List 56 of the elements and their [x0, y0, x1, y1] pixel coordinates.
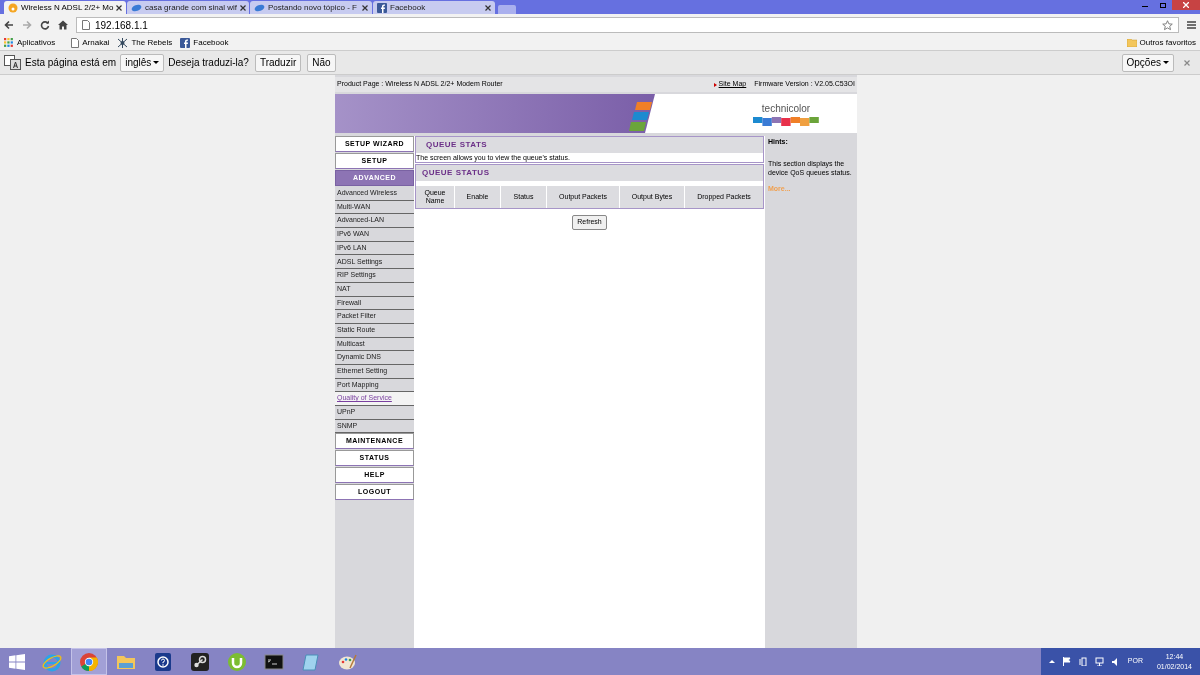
star-icon[interactable] — [1162, 19, 1173, 31]
translate-button[interactable]: Traduzir — [254, 53, 302, 72]
facebook-icon — [377, 2, 387, 13]
home-icon[interactable] — [58, 20, 68, 30]
close-icon — [1183, 2, 1189, 8]
browser-tab[interactable]: Wireless N ADSL 2/2+ Mo — [4, 1, 126, 14]
arrow-icon — [713, 82, 717, 87]
notepad-icon — [301, 651, 321, 672]
language-select[interactable]: inglês — [120, 53, 165, 72]
apps-grid-icon — [4, 38, 14, 48]
back-icon[interactable] — [4, 20, 14, 30]
bookmark-link[interactable]: nakai — [90, 37, 110, 49]
bookmark-link[interactable]: The Rebels — [117, 37, 173, 49]
section-title: QUEUE STATUS — [416, 165, 763, 181]
section-title: QUEUE STATS — [416, 137, 763, 153]
browser-tab[interactable]: casa grande com sinal wif — [127, 1, 249, 14]
translate-question: Deseja traduzi-la? — [168, 56, 249, 70]
tab-title: Postando novo tópico - F — [268, 3, 358, 12]
url-text: 192.168.1.1 — [95, 18, 148, 33]
close-button[interactable] — [1172, 0, 1200, 10]
tab-title: Facebook — [390, 3, 427, 12]
address-bar[interactable]: 192.168.1.1 — [76, 17, 1179, 33]
terminal-icon — [264, 651, 284, 672]
bookmark-link[interactable]: Aplicativos — [4, 37, 56, 49]
flag-icon[interactable] — [1062, 657, 1071, 666]
facebook-icon — [180, 38, 191, 48]
browser-tab[interactable]: Facebook — [373, 1, 495, 14]
decline-button[interactable]: Não — [307, 53, 336, 72]
windows-icon — [9, 653, 25, 670]
color-bar-icon — [753, 116, 819, 127]
browser-tab[interactable]: Postando novo tópico - F — [250, 1, 372, 14]
caret-icon[interactable] — [1048, 660, 1055, 663]
speaker-icon[interactable] — [1111, 657, 1120, 666]
brand-logo: technicolor — [761, 101, 811, 116]
network-icon[interactable] — [1094, 657, 1104, 666]
tab-title: Wireless N ADSL 2/2+ Mo — [21, 3, 114, 12]
close-icon[interactable] — [362, 4, 368, 11]
reload-icon[interactable] — [40, 20, 50, 30]
close-icon[interactable] — [240, 4, 247, 11]
steam-icon — [190, 651, 210, 672]
menu-icon[interactable] — [1187, 21, 1196, 29]
bug-icon — [117, 38, 129, 48]
close-icon[interactable] — [116, 4, 123, 11]
chrome-icon — [79, 651, 99, 672]
bookmark-link[interactable]: Facebook — [180, 37, 229, 49]
options-button[interactable]: Opções — [1121, 53, 1174, 72]
help-icon — [153, 651, 173, 672]
bookmark-link[interactable]: Ar — [71, 37, 91, 49]
close-icon[interactable] — [485, 4, 491, 11]
router-icon — [8, 2, 18, 13]
tab-title: casa grande com sinal wif — [145, 3, 238, 12]
bookmark-folder[interactable]: Outros favoritos — [1126, 37, 1196, 49]
utorrent-icon — [227, 651, 247, 672]
translate-prompt: Esta página está em — [25, 56, 117, 70]
translate-icon — [4, 55, 21, 70]
folder-icon — [1126, 39, 1137, 47]
